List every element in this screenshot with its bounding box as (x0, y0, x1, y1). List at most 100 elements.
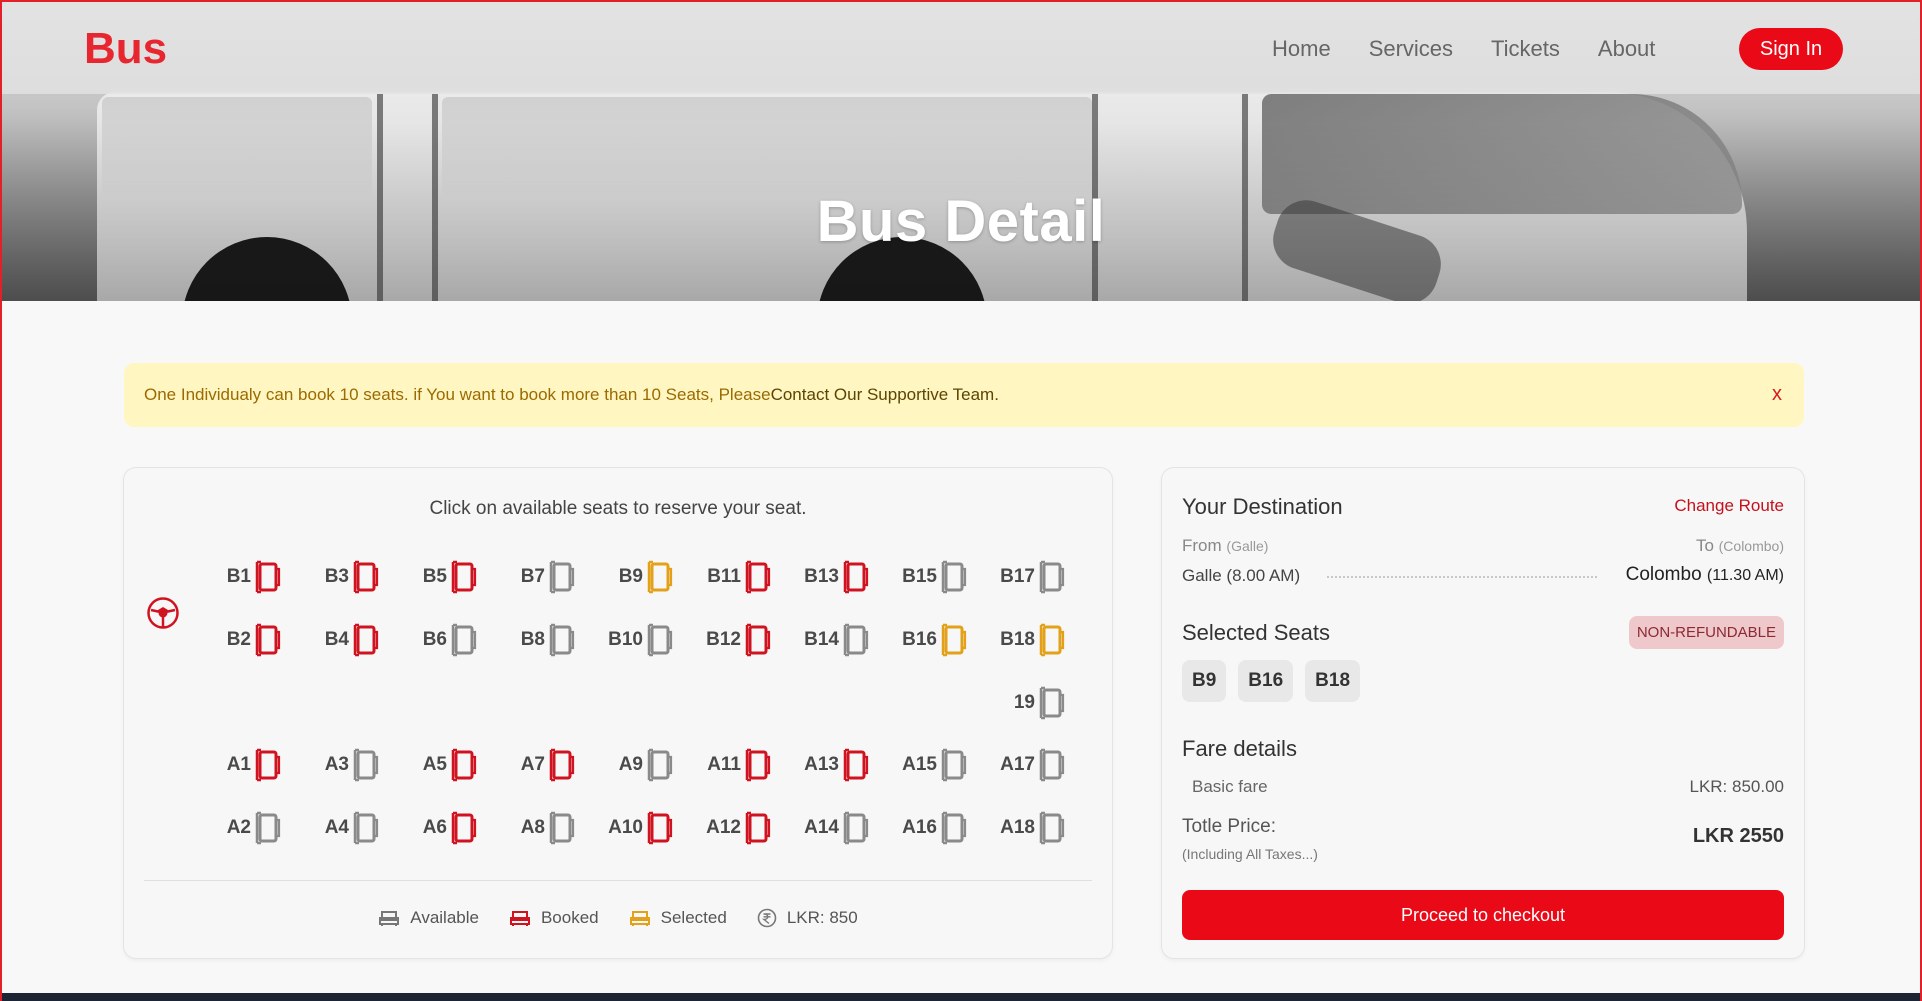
seat-b18[interactable]: B18 (1000, 623, 1066, 657)
seat-label: A9 (618, 754, 643, 775)
arrival-time: Colombo (11.30 AM) (1625, 564, 1784, 585)
seat-a17[interactable]: A17 (1000, 748, 1066, 782)
sign-in-button[interactable]: Sign In (1739, 28, 1843, 70)
seat-selected-icon (647, 560, 673, 594)
seat-label: A13 (804, 754, 839, 775)
seat-b11: B11 (707, 560, 772, 594)
seat-a16[interactable]: A16 (902, 811, 968, 845)
seat-label: A14 (804, 817, 839, 838)
seat-booked-icon (451, 748, 477, 782)
seat-label: B17 (1000, 566, 1035, 587)
seat-a14[interactable]: A14 (804, 811, 870, 845)
seat-booked-icon (255, 623, 281, 657)
seat-a9[interactable]: A9 (619, 748, 674, 782)
seat-b6[interactable]: B6 (423, 623, 478, 657)
seat-label: B11 (707, 566, 741, 587)
seat-b15[interactable]: B15 (902, 560, 968, 594)
seat-b8[interactable]: B8 (521, 623, 576, 657)
seat-b5: B5 (423, 560, 478, 594)
seat-label: B13 (804, 566, 839, 587)
fare-details-title: Fare details (1182, 736, 1297, 761)
seat-available-icon (549, 560, 575, 594)
seat-available-icon (647, 623, 673, 657)
seat-booked-icon (647, 811, 673, 845)
seat-label: B14 (804, 629, 839, 650)
seat-label: A11 (707, 754, 741, 775)
seat-label: B8 (520, 629, 545, 650)
seat-label: A2 (226, 817, 251, 838)
seat-label: A8 (520, 817, 545, 838)
seat-a4[interactable]: A4 (325, 811, 380, 845)
seat-map-card: Click on available seats to reserve your… (124, 468, 1112, 958)
seat-19[interactable]: 19 (1014, 686, 1066, 720)
nav-about[interactable]: About (1598, 36, 1656, 62)
seat-a8[interactable]: A8 (521, 811, 576, 845)
seat-label: A17 (1000, 754, 1035, 775)
selected-seat-chip[interactable]: B9 (1182, 660, 1227, 702)
seat-available-icon (843, 623, 869, 657)
destination-title: Your Destination (1182, 494, 1343, 519)
hero-banner: Bus Home Services Tickets About Sign In … (2, 2, 1920, 301)
nav-home[interactable]: Home (1272, 36, 1331, 62)
seat-available-icon (353, 811, 379, 845)
seat-label: A18 (1000, 817, 1035, 838)
seat-b7[interactable]: B7 (521, 560, 576, 594)
seat-available-icon (549, 623, 575, 657)
to-label: To (Colombo) (1695, 536, 1784, 555)
seat-label: A10 (608, 817, 643, 838)
seat-a18[interactable]: A18 (1000, 811, 1066, 845)
seat-label: A12 (706, 817, 741, 838)
seat-hint: Click on available seats to reserve your… (429, 498, 807, 519)
seat-booked-icon (549, 748, 575, 782)
proceed-to-checkout-button[interactable]: Proceed to checkout (1182, 890, 1784, 940)
seat-b14[interactable]: B14 (804, 623, 870, 657)
seat-label: A4 (324, 817, 349, 838)
brand-logo[interactable]: Bus (84, 24, 167, 74)
from-label: From (Galle) (1182, 536, 1269, 555)
seat-available-icon (379, 911, 400, 926)
seat-label: B2 (226, 629, 251, 650)
total-price-value: LKR 2550 (1692, 825, 1784, 847)
nav-tickets[interactable]: Tickets (1491, 36, 1560, 62)
seat-selected-icon (629, 911, 650, 926)
seat-available-icon (451, 623, 477, 657)
seat-b17[interactable]: B17 (1000, 560, 1066, 594)
seat-available-icon (941, 811, 967, 845)
seat-booked-icon (843, 560, 869, 594)
seat-b9[interactable]: B9 (619, 560, 674, 594)
selected-seat-chip[interactable]: B16 (1238, 660, 1294, 702)
seat-b16[interactable]: B16 (902, 623, 968, 657)
nav-services[interactable]: Services (1369, 36, 1453, 62)
route-line (1327, 576, 1597, 578)
seat-booked-icon (353, 560, 379, 594)
seat-booked-icon (353, 623, 379, 657)
basic-fare-label: Basic fare (1192, 777, 1268, 796)
seat-a15[interactable]: A15 (902, 748, 968, 782)
seat-a7: A7 (521, 748, 576, 782)
seat-b4: B4 (325, 623, 380, 657)
booking-limit-alert: One Individualy can book 10 seats. if Yo… (124, 363, 1804, 427)
seat-a12: A12 (706, 811, 772, 845)
seat-booked-icon (745, 748, 771, 782)
seat-b10[interactable]: B10 (608, 623, 674, 657)
footer-strip (2, 993, 1920, 1001)
seat-a11: A11 (707, 748, 772, 782)
seat-label: B16 (902, 629, 937, 650)
contact-support-link[interactable]: Contact Our Supportive Team. (771, 385, 999, 405)
seat-selected-icon (1039, 623, 1065, 657)
selected-seat-chip[interactable]: B18 (1305, 660, 1361, 702)
seat-available-icon (1039, 811, 1065, 845)
seat-a3[interactable]: A3 (325, 748, 380, 782)
seat-a6: A6 (423, 811, 478, 845)
seat-available-icon (549, 811, 575, 845)
seat-a2[interactable]: A2 (227, 811, 282, 845)
seat-available-icon (1039, 560, 1065, 594)
alert-close-button[interactable]: x (1772, 383, 1782, 406)
seat-b1: B1 (227, 560, 282, 594)
change-route-link[interactable]: Change Route (1674, 496, 1784, 516)
seat-available-icon (1039, 748, 1065, 782)
seat-label: B18 (1000, 629, 1035, 650)
seat-label: A7 (520, 754, 545, 775)
seat-booked-icon (255, 748, 281, 782)
seat-booked-icon (745, 560, 771, 594)
